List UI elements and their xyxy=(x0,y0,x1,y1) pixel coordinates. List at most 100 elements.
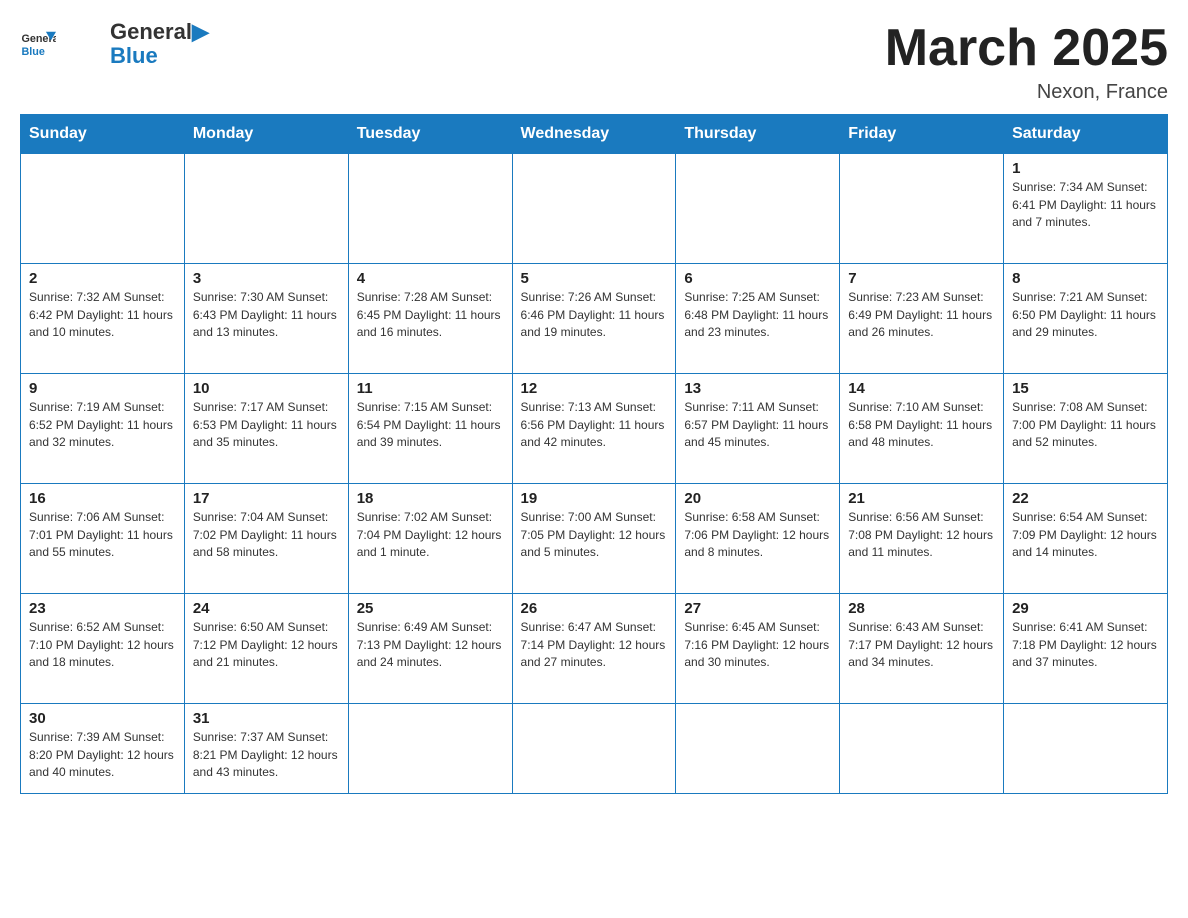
calendar-cell: 1 Sunrise: 7:34 AM Sunset: 6:41 PM Daylig… xyxy=(1004,154,1168,264)
day-number: 2 xyxy=(29,270,176,287)
col-sunday: Sunday xyxy=(21,115,185,154)
day-number: 7 xyxy=(848,270,995,287)
calendar-week-row: 16 Sunrise: 7:06 AM Sunset: 7:01 PM Dayli… xyxy=(21,484,1168,594)
calendar-cell: 26Sunrise: 6:47 AM Sunset: 7:14 PM Dayli… xyxy=(512,594,676,704)
calendar-cell: 18Sunrise: 7:02 AM Sunset: 7:04 PM Dayli… xyxy=(348,484,512,594)
calendar-cell: 30 Sunrise: 7:39 AM Sunset: 8:20 PM Dayli… xyxy=(21,704,185,794)
day-info: Sunrise: 7:37 AM Sunset: 8:21 PM Dayligh… xyxy=(193,729,340,781)
day-number: 1 xyxy=(1012,160,1159,177)
day-number: 25 xyxy=(357,600,504,617)
calendar-cell: 21Sunrise: 6:56 AM Sunset: 7:08 PM Dayli… xyxy=(840,484,1004,594)
calendar-cell xyxy=(348,154,512,264)
calendar-cell: 12Sunrise: 7:13 AM Sunset: 6:56 PM Dayli… xyxy=(512,374,676,484)
calendar-week-row: 1 Sunrise: 7:34 AM Sunset: 6:41 PM Daylig… xyxy=(21,154,1168,264)
day-number: 5 xyxy=(521,270,668,287)
calendar-week-row: 2Sunrise: 7:32 AM Sunset: 6:42 PM Daylig… xyxy=(21,264,1168,374)
day-number: 8 xyxy=(1012,270,1159,287)
col-monday: Monday xyxy=(184,115,348,154)
day-info: Sunrise: 7:34 AM Sunset: 6:41 PM Dayligh… xyxy=(1012,179,1159,231)
day-number: 3 xyxy=(193,270,340,287)
calendar-cell: 2Sunrise: 7:32 AM Sunset: 6:42 PM Daylig… xyxy=(21,264,185,374)
calendar-cell: 19Sunrise: 7:00 AM Sunset: 7:05 PM Dayli… xyxy=(512,484,676,594)
day-info: Sunrise: 7:13 AM Sunset: 6:56 PM Dayligh… xyxy=(521,399,668,451)
day-number: 24 xyxy=(193,600,340,617)
col-saturday: Saturday xyxy=(1004,115,1168,154)
day-info: Sunrise: 7:02 AM Sunset: 7:04 PM Dayligh… xyxy=(357,509,504,561)
day-info: Sunrise: 7:08 AM Sunset: 7:00 PM Dayligh… xyxy=(1012,399,1159,451)
logo-blue-text: Blue xyxy=(110,44,209,68)
calendar-cell xyxy=(676,154,840,264)
day-info: Sunrise: 6:41 AM Sunset: 7:18 PM Dayligh… xyxy=(1012,619,1159,671)
day-info: Sunrise: 7:23 AM Sunset: 6:49 PM Dayligh… xyxy=(848,289,995,341)
day-number: 23 xyxy=(29,600,176,617)
calendar-cell: 4 Sunrise: 7:28 AM Sunset: 6:45 PM Daylig… xyxy=(348,264,512,374)
day-number: 9 xyxy=(29,380,176,397)
page-header: General Blue General▶ Blue March 2025 Ne… xyxy=(20,20,1168,104)
calendar-cell: 31 Sunrise: 7:37 AM Sunset: 8:21 PM Dayli… xyxy=(184,704,348,794)
calendar-cell: 8 Sunrise: 7:21 AM Sunset: 6:50 PM Daylig… xyxy=(1004,264,1168,374)
day-info: Sunrise: 7:19 AM Sunset: 6:52 PM Dayligh… xyxy=(29,399,176,451)
day-number: 6 xyxy=(684,270,831,287)
day-info: Sunrise: 6:50 AM Sunset: 7:12 PM Dayligh… xyxy=(193,619,340,671)
calendar-title-block: March 2025 Nexon, France xyxy=(885,20,1168,104)
calendar-cell: 7 Sunrise: 7:23 AM Sunset: 6:49 PM Daylig… xyxy=(840,264,1004,374)
logo-icon: General Blue xyxy=(20,26,56,62)
calendar-table: Sunday Monday Tuesday Wednesday Thursday… xyxy=(20,114,1168,794)
day-number: 11 xyxy=(357,380,504,397)
calendar-cell: 22 Sunrise: 6:54 AM Sunset: 7:09 PM Dayli… xyxy=(1004,484,1168,594)
day-info: Sunrise: 7:26 AM Sunset: 6:46 PM Dayligh… xyxy=(521,289,668,341)
calendar-cell xyxy=(348,704,512,794)
day-number: 22 xyxy=(1012,490,1159,507)
day-number: 31 xyxy=(193,710,340,727)
calendar-cell xyxy=(840,704,1004,794)
calendar-cell: 25 Sunrise: 6:49 AM Sunset: 7:13 PM Dayli… xyxy=(348,594,512,704)
day-info: Sunrise: 7:21 AM Sunset: 6:50 PM Dayligh… xyxy=(1012,289,1159,341)
day-number: 14 xyxy=(848,380,995,397)
day-info: Sunrise: 6:56 AM Sunset: 7:08 PM Dayligh… xyxy=(848,509,995,561)
day-info: Sunrise: 7:25 AM Sunset: 6:48 PM Dayligh… xyxy=(684,289,831,341)
day-info: Sunrise: 7:10 AM Sunset: 6:58 PM Dayligh… xyxy=(848,399,995,451)
day-number: 19 xyxy=(521,490,668,507)
day-info: Sunrise: 7:39 AM Sunset: 8:20 PM Dayligh… xyxy=(29,729,176,781)
calendar-cell: 14 Sunrise: 7:10 AM Sunset: 6:58 PM Dayli… xyxy=(840,374,1004,484)
day-number: 15 xyxy=(1012,380,1159,397)
calendar-cell: 13Sunrise: 7:11 AM Sunset: 6:57 PM Dayli… xyxy=(676,374,840,484)
calendar-cell: 5 Sunrise: 7:26 AM Sunset: 6:46 PM Daylig… xyxy=(512,264,676,374)
day-info: Sunrise: 6:49 AM Sunset: 7:13 PM Dayligh… xyxy=(357,619,504,671)
day-number: 16 xyxy=(29,490,176,507)
day-number: 27 xyxy=(684,600,831,617)
day-info: Sunrise: 6:58 AM Sunset: 7:06 PM Dayligh… xyxy=(684,509,831,561)
day-info: Sunrise: 7:06 AM Sunset: 7:01 PM Dayligh… xyxy=(29,509,176,561)
calendar-week-row: 9 Sunrise: 7:19 AM Sunset: 6:52 PM Daylig… xyxy=(21,374,1168,484)
day-number: 26 xyxy=(521,600,668,617)
calendar-cell: 29 Sunrise: 6:41 AM Sunset: 7:18 PM Dayli… xyxy=(1004,594,1168,704)
col-thursday: Thursday xyxy=(676,115,840,154)
day-info: Sunrise: 7:11 AM Sunset: 6:57 PM Dayligh… xyxy=(684,399,831,451)
calendar-cell xyxy=(676,704,840,794)
day-number: 20 xyxy=(684,490,831,507)
calendar-cell: 15 Sunrise: 7:08 AM Sunset: 7:00 PM Dayli… xyxy=(1004,374,1168,484)
calendar-cell xyxy=(512,704,676,794)
calendar-cell: 6 Sunrise: 7:25 AM Sunset: 6:48 PM Daylig… xyxy=(676,264,840,374)
calendar-cell: 10Sunrise: 7:17 AM Sunset: 6:53 PM Dayli… xyxy=(184,374,348,484)
day-info: Sunrise: 7:15 AM Sunset: 6:54 PM Dayligh… xyxy=(357,399,504,451)
calendar-subtitle: Nexon, France xyxy=(885,81,1168,104)
calendar-week-row: 23Sunrise: 6:52 AM Sunset: 7:10 PM Dayli… xyxy=(21,594,1168,704)
logo-text: General▶ xyxy=(110,20,209,44)
day-number: 30 xyxy=(29,710,176,727)
calendar-header-row: Sunday Monday Tuesday Wednesday Thursday… xyxy=(21,115,1168,154)
calendar-cell: 17 Sunrise: 7:04 AM Sunset: 7:02 PM Dayli… xyxy=(184,484,348,594)
day-info: Sunrise: 7:17 AM Sunset: 6:53 PM Dayligh… xyxy=(193,399,340,451)
day-number: 29 xyxy=(1012,600,1159,617)
calendar-cell: 27Sunrise: 6:45 AM Sunset: 7:16 PM Dayli… xyxy=(676,594,840,704)
day-info: Sunrise: 6:54 AM Sunset: 7:09 PM Dayligh… xyxy=(1012,509,1159,561)
calendar-week-row: 30 Sunrise: 7:39 AM Sunset: 8:20 PM Dayli… xyxy=(21,704,1168,794)
day-info: Sunrise: 7:04 AM Sunset: 7:02 PM Dayligh… xyxy=(193,509,340,561)
day-number: 4 xyxy=(357,270,504,287)
calendar-cell xyxy=(21,154,185,264)
col-wednesday: Wednesday xyxy=(512,115,676,154)
svg-text:Blue: Blue xyxy=(21,46,44,58)
day-number: 17 xyxy=(193,490,340,507)
day-info: Sunrise: 7:28 AM Sunset: 6:45 PM Dayligh… xyxy=(357,289,504,341)
calendar-cell xyxy=(184,154,348,264)
